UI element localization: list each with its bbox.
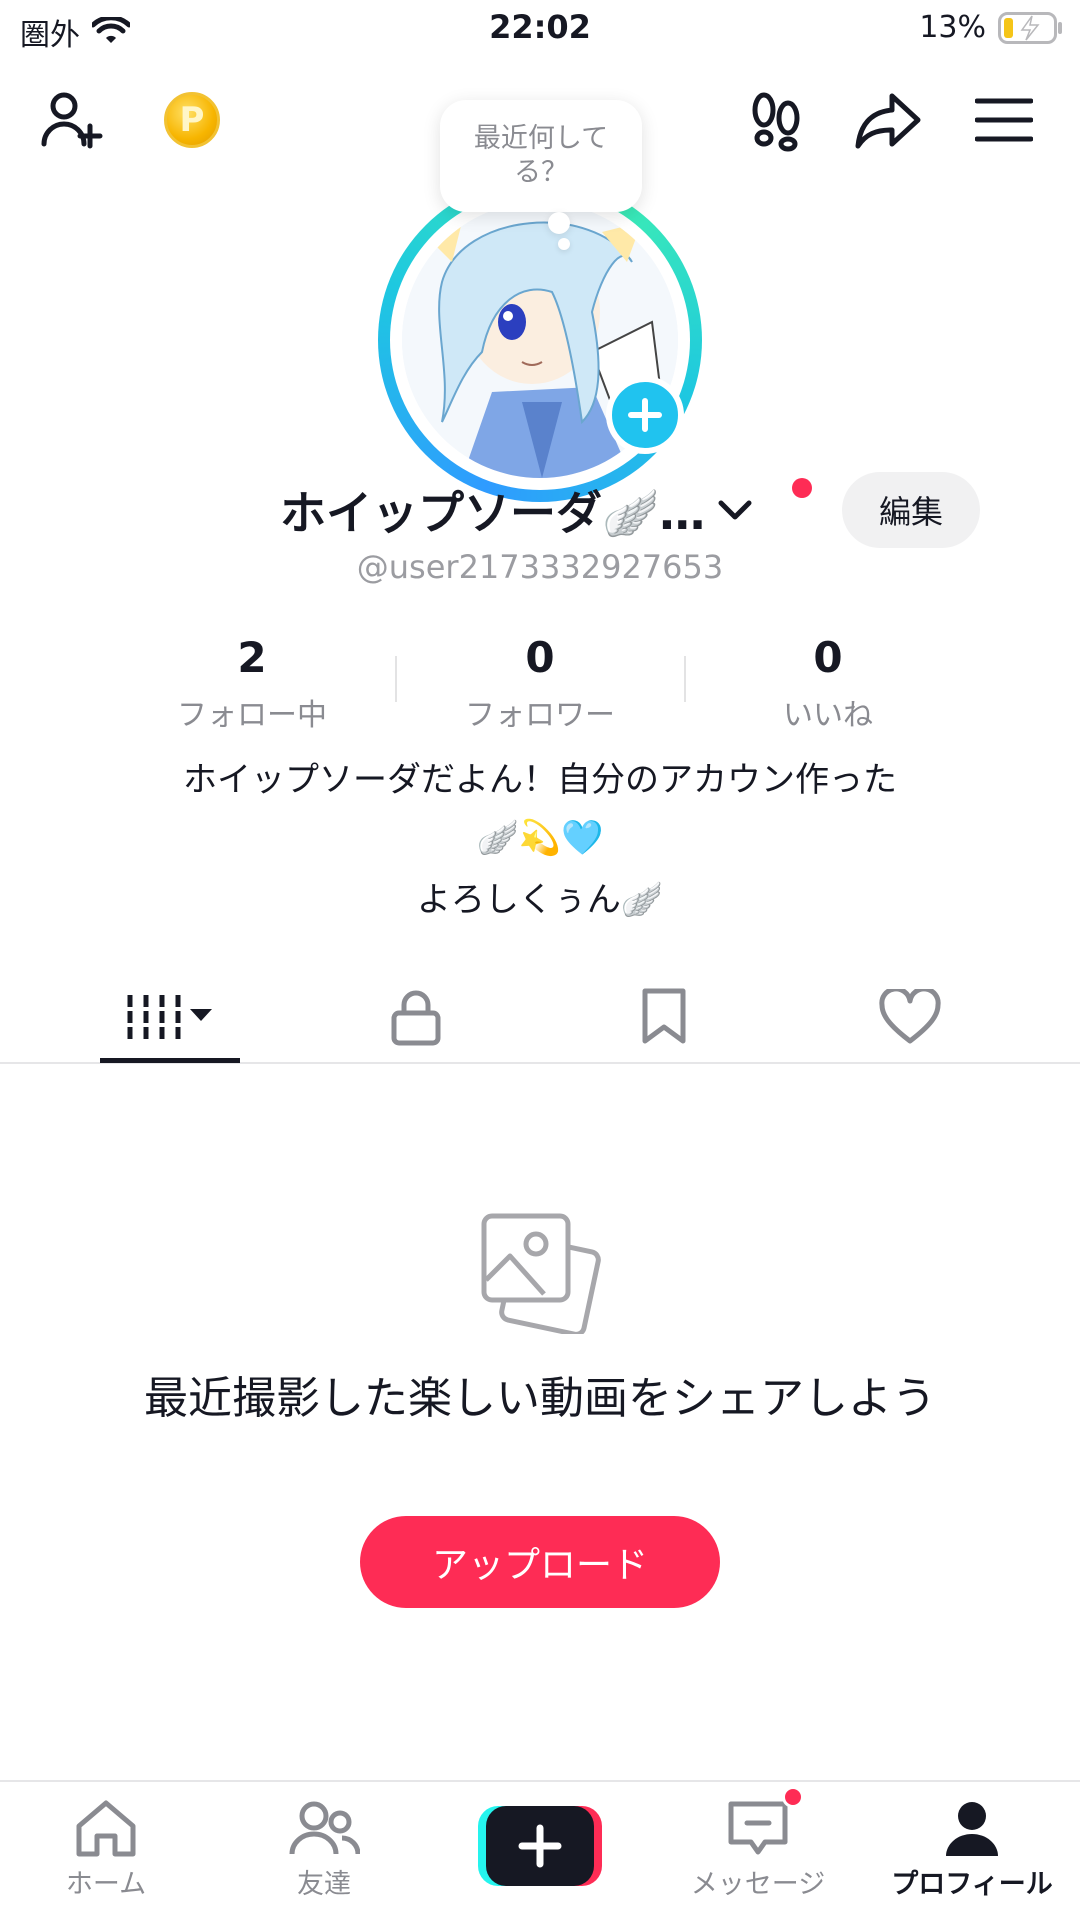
lock-icon <box>391 990 441 1046</box>
share-profile-button[interactable] <box>852 84 924 156</box>
nav-home[interactable]: ホーム <box>6 1798 206 1901</box>
active-tab-indicator <box>100 1058 240 1063</box>
chevron-down-icon <box>718 500 752 520</box>
status-bubble-text: 最近何してる？ <box>473 123 609 188</box>
divider <box>684 656 686 702</box>
profile-icon <box>946 1802 998 1856</box>
bookmark-icon <box>642 988 686 1044</box>
stat-value: 0 <box>813 633 843 682</box>
tab-private[interactable] <box>346 970 486 1064</box>
menu-button[interactable] <box>968 84 1040 156</box>
stat-label: いいね <box>783 698 873 733</box>
stat-label: フォロワー <box>465 698 615 733</box>
photos-icon <box>481 1213 601 1334</box>
footprints-icon <box>752 92 800 152</box>
status-bar: 圏外 22:02 13% <box>0 0 1080 58</box>
profile-views-button[interactable] <box>740 84 812 156</box>
stat-followers[interactable]: 0 フォロワー <box>420 632 660 734</box>
hamburger-menu-icon <box>975 98 1033 142</box>
nav-messages[interactable]: メッセージ <box>658 1798 858 1901</box>
status-bubble[interactable]: 最近何してる？ <box>440 100 642 212</box>
stat-following[interactable]: 2 フォロー中 <box>132 632 372 734</box>
message-notification-dot <box>782 1786 804 1808</box>
create-button[interactable] <box>478 1806 602 1886</box>
bio-line: 🪽💫🩵 <box>476 818 604 858</box>
bio-line: よろしくぅん🪽 <box>416 880 664 920</box>
coin-button[interactable]: P <box>164 92 220 148</box>
coin-label: P <box>179 100 205 140</box>
display-name-row[interactable]: ホイップソーダ🪽… <box>280 480 755 540</box>
stat-value: 0 <box>525 633 555 682</box>
nav-label: ホーム <box>65 1869 147 1900</box>
share-arrow-icon <box>855 93 921 149</box>
username: @user2173332927653 <box>356 548 724 586</box>
friends-icon <box>289 1801 360 1855</box>
divider <box>395 656 397 702</box>
plus-icon <box>628 398 662 432</box>
notification-dot <box>792 478 812 498</box>
edit-profile-button[interactable]: 編集 <box>842 472 980 548</box>
stat-label: フォロー中 <box>177 698 327 733</box>
nav-profile[interactable]: プロフィール <box>872 1798 1072 1901</box>
tab-saved[interactable] <box>594 970 734 1064</box>
add-story-button[interactable] <box>606 376 684 454</box>
battery-percent: 13% <box>919 10 986 45</box>
empty-state-message: 最近撮影した楽しい動画をシェアしよう <box>144 1373 936 1424</box>
profile-tabs <box>0 970 1080 1064</box>
videos-grid-icon <box>127 995 212 1039</box>
battery-charging-icon <box>998 11 1062 44</box>
stat-value: 2 <box>237 633 267 682</box>
stat-likes[interactable]: 0 いいね <box>708 632 948 734</box>
home-icon <box>76 1800 136 1857</box>
nav-label: メッセージ <box>690 1869 826 1900</box>
clock: 22:02 <box>489 8 591 46</box>
display-name: ホイップソーダ🪽… <box>280 486 706 540</box>
heart-icon <box>879 989 941 1044</box>
nav-label: プロフィール <box>891 1869 1053 1900</box>
nav-friends[interactable]: 友達 <box>224 1798 424 1901</box>
message-icon <box>728 1801 788 1855</box>
add-friend-button[interactable] <box>36 84 108 156</box>
nav-label: 友達 <box>297 1869 351 1900</box>
person-plus-icon <box>41 92 103 149</box>
tab-liked[interactable] <box>840 970 980 1064</box>
bio-line: ホイップソーダだよん！自分のアカウン作った <box>183 760 897 800</box>
tab-videos[interactable] <box>100 970 240 1064</box>
upload-button[interactable]: アップロード <box>360 1516 720 1608</box>
